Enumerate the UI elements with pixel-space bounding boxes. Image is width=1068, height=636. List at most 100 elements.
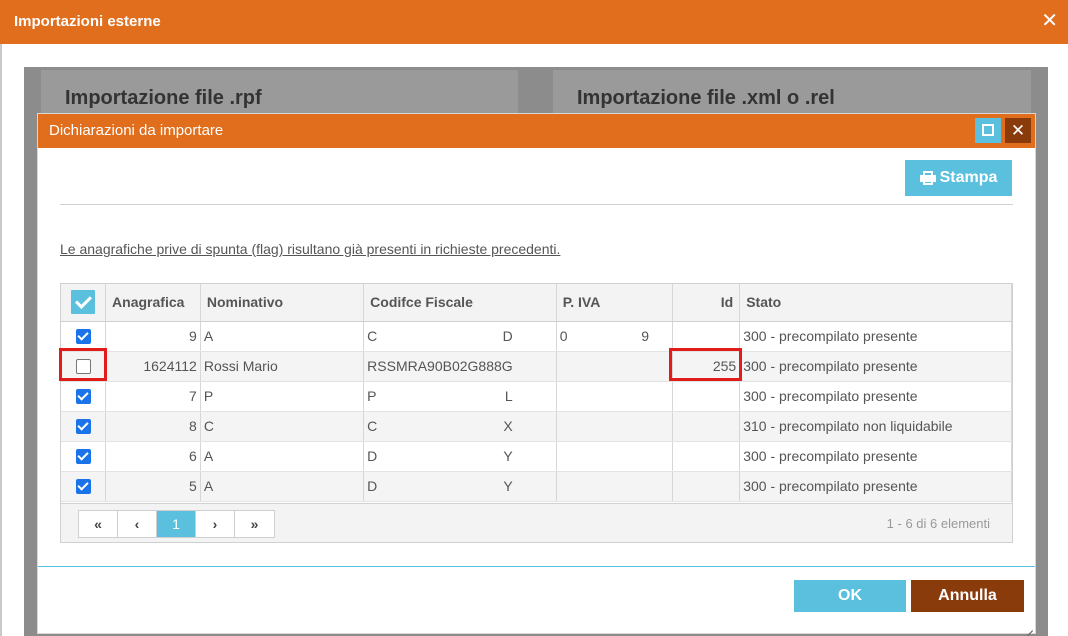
piva-end: 9: [641, 328, 650, 344]
table-row[interactable]: 8 C C X 310 - precompilato non liquidabile: [61, 411, 1012, 442]
row-checkbox[interactable]: [75, 389, 91, 405]
cell-piva: [556, 411, 674, 442]
info-text: Le anagrafiche prive di spunta (flag) ri…: [60, 241, 561, 257]
cell-codice-fiscale: PL: [363, 381, 557, 412]
row-checkbox[interactable]: [75, 329, 91, 345]
header-anagrafica[interactable]: Anagrafica: [105, 284, 201, 322]
panel-rpf-title: Importazione file .rpf: [65, 87, 262, 109]
table-row[interactable]: 9 A C D 0 9 300 - precompilato presente: [61, 321, 1012, 352]
cell-piva: [556, 441, 674, 472]
cell-id: [672, 471, 741, 502]
grid-body: 9 A C D 0 9 300 - precompilato presente 1624112…: [61, 321, 1012, 502]
current-page-button[interactable]: 1: [157, 511, 196, 537]
header-stato[interactable]: Stato: [739, 284, 1012, 322]
cf-end: Y: [503, 448, 513, 464]
ok-button[interactable]: OK: [794, 580, 906, 612]
prev-page-button[interactable]: ‹: [118, 511, 157, 537]
cell-id: [672, 321, 741, 352]
piva-start: 0: [559, 328, 568, 344]
panel-xml-title: Importazione file .xml o .rel: [577, 87, 835, 109]
close-icon: ✕: [1010, 121, 1026, 140]
footer-divider: [38, 566, 1035, 567]
cf-end: Y: [503, 478, 513, 494]
row-checkbox-cell[interactable]: [61, 381, 107, 412]
cell-nominativo: A: [200, 321, 365, 352]
select-all-header[interactable]: [61, 284, 107, 322]
cf-start: P: [367, 388, 377, 404]
last-page-button[interactable]: »: [235, 511, 274, 537]
panel-rpf: Importazione file .rpf: [41, 70, 518, 116]
table-row[interactable]: 7 P P L 300 - precompilato presente: [61, 381, 1012, 412]
cf-start: C: [367, 418, 378, 434]
cell-anagrafica: 5: [105, 471, 201, 502]
import-dialog: Dichiarazioni da importare ✕ Stampa Le a…: [37, 113, 1036, 634]
header-id[interactable]: Id: [672, 284, 741, 322]
dialog-titlebar[interactable]: Dichiarazioni da importare ✕: [38, 114, 1035, 148]
maximize-button[interactable]: [975, 118, 1001, 143]
panel-xml: Importazione file .xml o .rel: [553, 70, 1031, 116]
resize-handle[interactable]: [1023, 621, 1033, 631]
cell-piva: [556, 381, 674, 412]
cell-nominativo: P: [200, 381, 365, 412]
cf-end: X: [503, 418, 513, 434]
cell-stato: 300 - precompilato presente: [739, 441, 1012, 472]
row-checkbox[interactable]: [75, 449, 91, 465]
cell-stato: 300 - precompilato presente: [739, 471, 1012, 502]
header-piva[interactable]: P. IVA: [556, 284, 674, 322]
cell-codice-fiscale: RSSMRA90B02G888G: [363, 351, 557, 382]
row-checkbox[interactable]: [75, 479, 91, 495]
cell-piva: 09: [556, 321, 674, 352]
window-title: Importazioni esterne: [14, 13, 161, 30]
table-row[interactable]: 6 A D Y 300 - precompilato presente: [61, 441, 1012, 472]
printer-icon: [919, 171, 936, 185]
left-edge-strip: [0, 44, 2, 636]
cell-anagrafica: 6: [105, 441, 201, 472]
cf-start: RSSMRA90B02G888G: [367, 358, 513, 374]
window-close-icon[interactable]: ✕: [1041, 9, 1058, 33]
cell-nominativo: A: [200, 471, 365, 502]
dialog-title: Dichiarazioni da importare: [49, 122, 224, 139]
cell-piva: [556, 471, 674, 502]
declarations-grid: Anagrafica Nominativo Codifce Fiscale P.…: [60, 283, 1013, 543]
row-checkbox-cell[interactable]: [61, 441, 107, 472]
cancel-button[interactable]: Annulla: [911, 580, 1024, 612]
print-button[interactable]: Stampa: [905, 160, 1012, 196]
next-page-button[interactable]: ›: [196, 511, 235, 537]
cell-nominativo: Rossi Mario: [200, 351, 365, 382]
cell-anagrafica: 9: [105, 321, 201, 352]
first-page-button[interactable]: «: [79, 511, 118, 537]
cell-codice-fiscale: DY: [363, 441, 557, 472]
cell-anagrafica: 1624112: [105, 351, 201, 382]
cell-codice-fiscale: CX: [363, 411, 557, 442]
cell-nominativo: A: [200, 441, 365, 472]
cell-codice-fiscale: CD: [363, 321, 557, 352]
highlight-id-cell: [669, 348, 742, 381]
cell-id: [672, 441, 741, 472]
cell-nominativo: C: [200, 411, 365, 442]
cell-anagrafica: 7: [105, 381, 201, 412]
cf-start: C: [367, 328, 378, 344]
table-row[interactable]: 1624112 Rossi Mario RSSMRA90B02G888G 255 300…: [61, 351, 1012, 382]
row-checkbox-cell[interactable]: [61, 471, 107, 502]
print-button-label: Stampa: [939, 169, 998, 186]
pager-info: 1 - 6 di 6 elementi: [886, 516, 990, 531]
header-codice-fiscale[interactable]: Codifce Fiscale: [363, 284, 557, 322]
cf-end: D: [502, 328, 513, 344]
cell-stato: 300 - precompilato presente: [739, 381, 1012, 412]
header-nominativo[interactable]: Nominativo: [200, 284, 365, 322]
row-checkbox-cell[interactable]: [61, 411, 107, 442]
check-icon[interactable]: [71, 290, 96, 315]
cf-end: L: [504, 388, 513, 404]
row-checkbox-cell[interactable]: [61, 321, 107, 352]
cf-start: D: [367, 478, 378, 494]
dialog-close-button[interactable]: ✕: [1005, 118, 1031, 143]
cf-start: D: [367, 448, 378, 464]
cell-stato: 300 - precompilato presente: [739, 321, 1012, 352]
toolbar-divider: [60, 204, 1013, 205]
row-checkbox[interactable]: [75, 419, 91, 435]
highlight-unchecked-row: [59, 348, 107, 381]
cell-id: [672, 381, 741, 412]
maximize-icon: [982, 124, 994, 136]
table-row[interactable]: 5 A D Y 300 - precompilato presente: [61, 471, 1012, 502]
cell-piva: [556, 351, 674, 382]
